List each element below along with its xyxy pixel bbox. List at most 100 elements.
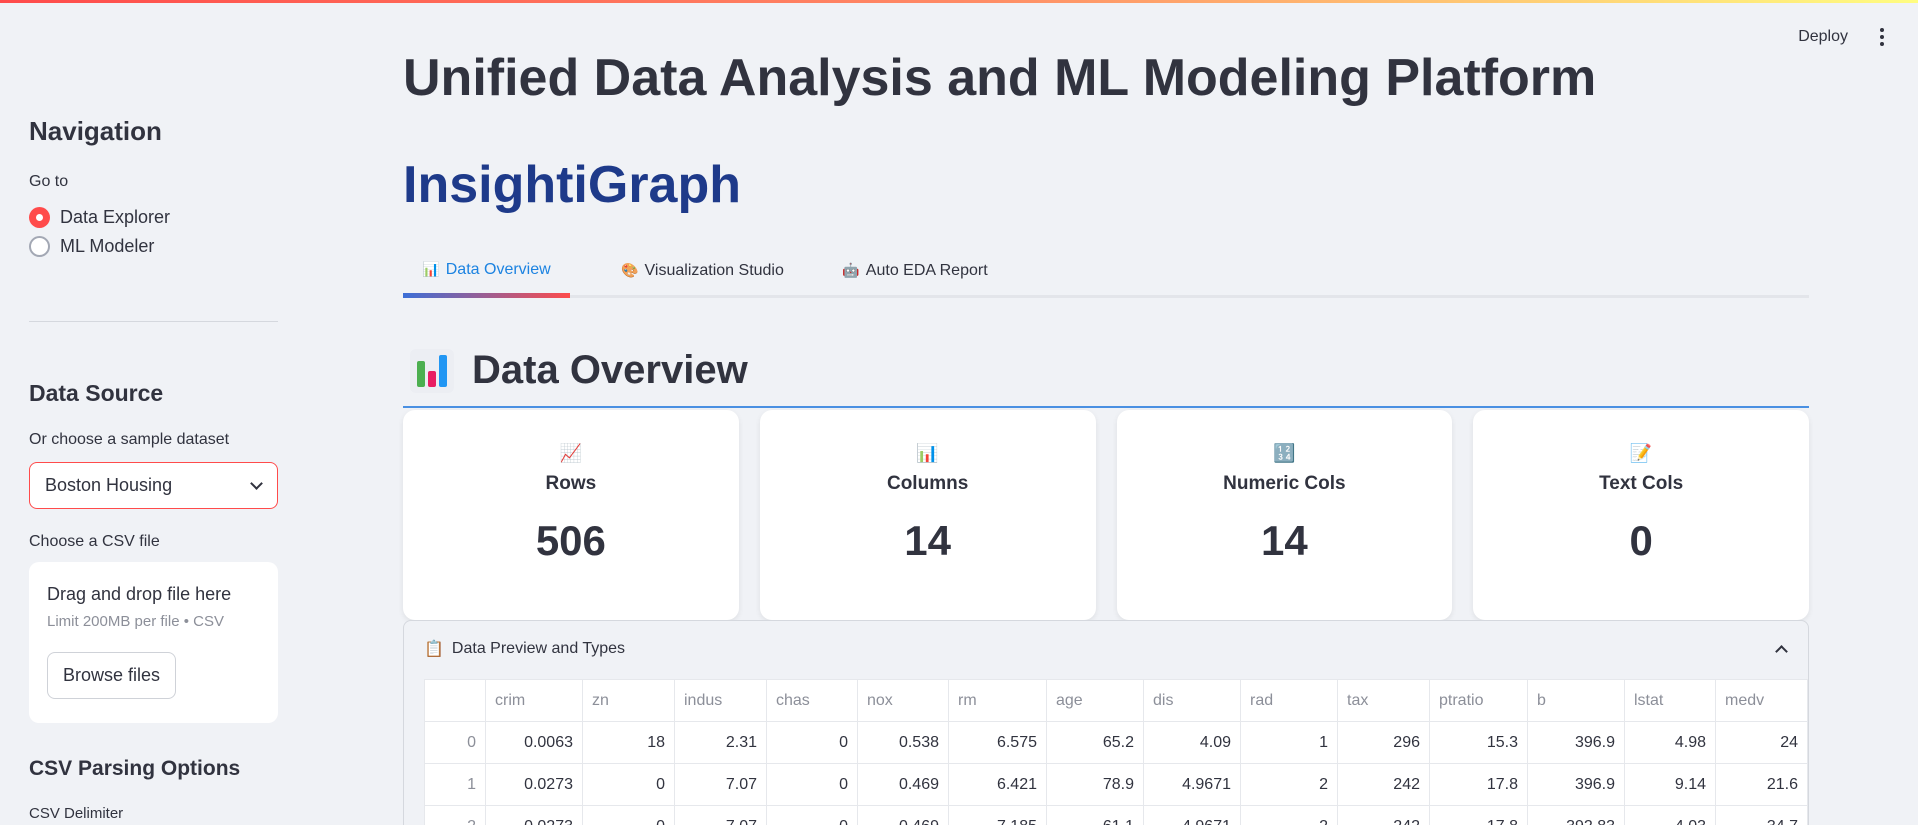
table-cell[interactable]: 0 <box>766 721 858 764</box>
table-cell[interactable]: 7.07 <box>674 805 767 825</box>
table-cell[interactable]: 21.6 <box>1715 763 1808 806</box>
table-cell[interactable]: 0 <box>766 805 858 825</box>
table-cell[interactable]: 2 <box>1240 805 1338 825</box>
column-header[interactable]: ptratio <box>1429 679 1528 722</box>
table-cell[interactable]: 17.8 <box>1429 805 1528 825</box>
nav-option-data-explorer[interactable]: Data Explorer <box>29 207 170 228</box>
tab-label: Data Overview <box>445 260 551 278</box>
bar-chart-icon <box>410 348 454 393</box>
data-preview-table[interactable]: crim zn indus chas nox rm age dis rad ta… <box>424 679 1808 825</box>
csv-file-label: Choose a CSV file <box>29 533 160 550</box>
tab-label: Visualization Studio <box>644 261 784 279</box>
table-cell[interactable]: 0.0273 <box>485 763 583 806</box>
column-header[interactable]: chas <box>766 679 858 722</box>
table-cell[interactable]: 34.7 <box>1715 805 1808 825</box>
main-menu-icon[interactable] <box>1876 26 1888 48</box>
table-cell[interactable]: 1 <box>1240 721 1338 764</box>
row-index: 0 <box>424 721 486 764</box>
column-header[interactable]: lstat <box>1624 679 1716 722</box>
file-uploader-dropzone[interactable]: Drag and drop file here Limit 200MB per … <box>29 562 278 723</box>
table-cell[interactable]: 7.07 <box>674 763 767 806</box>
browse-files-button[interactable]: Browse files <box>47 652 177 699</box>
column-header[interactable]: age <box>1046 679 1144 722</box>
table-cell[interactable]: 61.1 <box>1046 805 1144 825</box>
column-header[interactable]: b <box>1527 679 1625 722</box>
table-cell[interactable]: 4.9671 <box>1143 763 1241 806</box>
table-cell[interactable]: 6.421 <box>948 763 1047 806</box>
data-preview-expander: 📋 Data Preview and Types crim zn indus c… <box>403 620 1809 825</box>
brand-title: InsightiGraph <box>403 156 741 214</box>
table-cell[interactable]: 18 <box>582 721 675 764</box>
table-cell[interactable]: 0 <box>582 805 675 825</box>
table-cell[interactable]: 2 <box>1240 763 1338 806</box>
column-header[interactable]: rm <box>948 679 1047 722</box>
table-cell[interactable]: 78.9 <box>1046 763 1144 806</box>
table-cell[interactable]: 65.2 <box>1046 721 1144 764</box>
column-header[interactable]: medv <box>1715 679 1808 722</box>
memo-icon: 📝 <box>1629 443 1653 463</box>
metric-label: Columns <box>886 473 969 494</box>
csv-delimiter-label: CSV Delimiter <box>29 805 124 822</box>
row-index: 2 <box>424 805 486 825</box>
table-row: 2 0.0273 0 7.07 0 0.469 7.185 61.1 4.967… <box>424 805 1808 825</box>
tab-label: Auto EDA Report <box>865 261 988 279</box>
robot-icon: 🤖 <box>842 262 860 278</box>
nav-option-ml-modeler[interactable]: ML Modeler <box>29 236 170 257</box>
sample-dataset-select[interactable]: Boston Housing <box>29 462 278 509</box>
tab-auto-eda-report[interactable]: 🤖 Auto EDA Report <box>830 246 1000 298</box>
column-header[interactable]: nox <box>857 679 949 722</box>
table-cell[interactable]: 15.3 <box>1429 721 1528 764</box>
app-header-actions: Deploy <box>1798 26 1888 48</box>
table-cell[interactable]: 396.9 <box>1527 721 1625 764</box>
table-cell[interactable]: 0.0063 <box>485 721 583 764</box>
table-cell[interactable]: 9.14 <box>1624 763 1716 806</box>
expander-header[interactable]: 📋 Data Preview and Types <box>404 621 1808 677</box>
table-cell[interactable]: 7.185 <box>948 805 1047 825</box>
deploy-button[interactable]: Deploy <box>1798 28 1848 46</box>
table-cell[interactable]: 0.0273 <box>485 805 583 825</box>
csv-options-heading: CSV Parsing Options <box>29 757 241 780</box>
tab-data-overview[interactable]: 📊 Data Overview <box>403 246 570 298</box>
bar-chart-icon: 📊 <box>422 261 440 277</box>
column-header[interactable]: indus <box>674 679 767 722</box>
table-cell[interactable]: 24 <box>1715 721 1808 764</box>
sidebar: Navigation Go to Data Explorer ML Modele… <box>0 0 300 825</box>
index-header <box>424 679 486 722</box>
table-cell[interactable]: 0.538 <box>857 721 949 764</box>
table-cell[interactable]: 6.575 <box>948 721 1047 764</box>
table-cell[interactable]: 0 <box>766 763 858 806</box>
chevron-up-icon <box>1775 644 1788 658</box>
table-cell[interactable]: 4.9671 <box>1143 805 1241 825</box>
table-cell[interactable]: 396.9 <box>1527 763 1625 806</box>
table-cell[interactable]: 17.8 <box>1429 763 1528 806</box>
column-header[interactable]: zn <box>582 679 675 722</box>
table-cell[interactable]: 0 <box>582 763 675 806</box>
dropzone-limit: Limit 200MB per file • CSV <box>47 613 224 630</box>
table-cell[interactable]: 0.469 <box>857 805 949 825</box>
table-cell[interactable]: 392.83 <box>1527 805 1625 825</box>
table-cell[interactable]: 296 <box>1337 721 1430 764</box>
page-title: Unified Data Analysis and ML Modeling Pl… <box>403 49 1597 107</box>
radio-selected-icon <box>29 207 50 228</box>
column-header[interactable]: crim <box>485 679 583 722</box>
column-header[interactable]: tax <box>1337 679 1430 722</box>
table-cell[interactable]: 4.03 <box>1624 805 1716 825</box>
metric-card-columns: 📊 Columns 14 <box>759 410 1096 620</box>
table-cell[interactable]: 242 <box>1337 805 1430 825</box>
table-cell[interactable]: 4.09 <box>1143 721 1241 764</box>
column-header[interactable]: rad <box>1240 679 1338 722</box>
table-cell[interactable]: 0.469 <box>857 763 949 806</box>
table-cell[interactable]: 4.98 <box>1624 721 1716 764</box>
column-header[interactable]: dis <box>1143 679 1241 722</box>
table-cell[interactable]: 242 <box>1337 763 1430 806</box>
metrics-row: 📈 Rows 506 📊 Columns 14 🔢 Numeric Cols 1… <box>403 410 1809 620</box>
metric-card-rows: 📈 Rows 506 <box>403 410 739 620</box>
expander-title: Data Preview and Types <box>451 640 626 657</box>
metric-label: Numeric Cols <box>1223 473 1346 494</box>
tab-visualization-studio[interactable]: 🎨 Visualization Studio <box>600 246 805 298</box>
nav-radio-group: Data Explorer ML Modeler <box>29 207 170 265</box>
numbers-icon: 🔢 <box>1273 443 1296 463</box>
section-title: Data Overview <box>472 348 748 392</box>
nav-option-label: ML Modeler <box>60 236 155 256</box>
table-cell[interactable]: 2.31 <box>674 721 767 764</box>
